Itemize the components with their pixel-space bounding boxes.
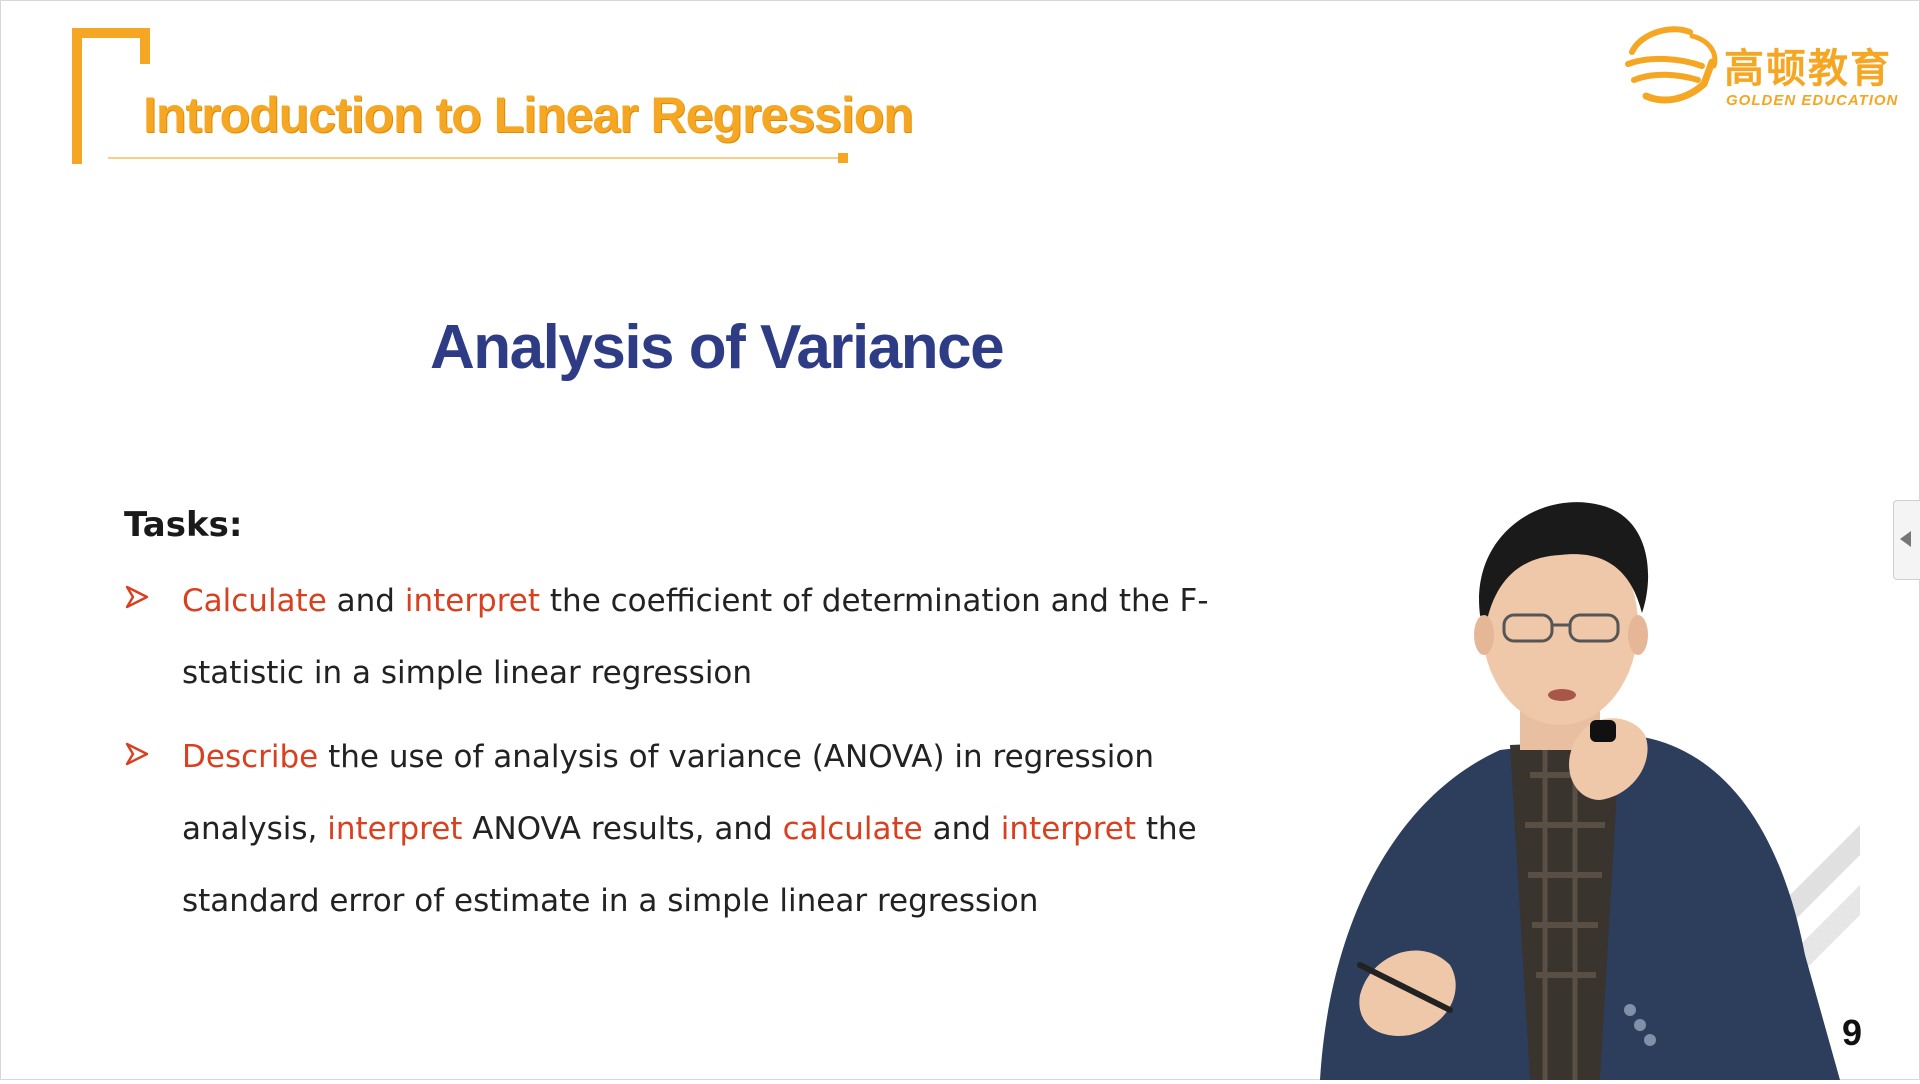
swoosh-logo-icon	[1625, 26, 1718, 104]
task-item-1: Calculate and interpret the coefficient …	[182, 565, 1242, 709]
task-text: ANOVA results, and	[462, 811, 783, 847]
golden-education-logo: 高顿教育 GOLDEN EDUCATION	[1620, 22, 1910, 112]
header-underline	[108, 157, 843, 159]
slide-title: Analysis of Variance	[430, 313, 1005, 382]
corner-bracket-vertical	[72, 28, 82, 164]
tasks-label: Tasks:	[124, 505, 243, 545]
task-text: and	[922, 811, 1001, 847]
task-item-2: Describe the use of analysis of variance…	[182, 721, 1242, 937]
arrow-bullet-icon	[124, 741, 150, 773]
header-title: Introduction to Linear Regression	[143, 87, 914, 143]
task-keyword: Describe	[182, 739, 319, 775]
arrow-bullet-icon	[124, 584, 150, 616]
task-keyword: interpret	[404, 583, 541, 619]
collapse-arrow-icon	[1900, 531, 1911, 547]
page-number: 9	[1842, 1012, 1863, 1053]
task-keyword: interpret	[1000, 811, 1136, 847]
header-underline-tip	[838, 153, 848, 163]
task-keyword: calculate	[782, 811, 923, 847]
task-text: and	[326, 583, 405, 619]
side-panel-toggle[interactable]	[1893, 500, 1920, 580]
corner-bracket-tip	[140, 28, 150, 64]
task-keyword: Calculate	[182, 583, 327, 619]
task-keyword: interpret	[327, 811, 463, 847]
corner-bracket-horizontal	[72, 28, 148, 38]
logo-english-text: GOLDEN EDUCATION	[1726, 92, 1899, 109]
presenter-video	[1300, 495, 1860, 1080]
logo-chinese-text: 高顿教育	[1724, 46, 1892, 92]
